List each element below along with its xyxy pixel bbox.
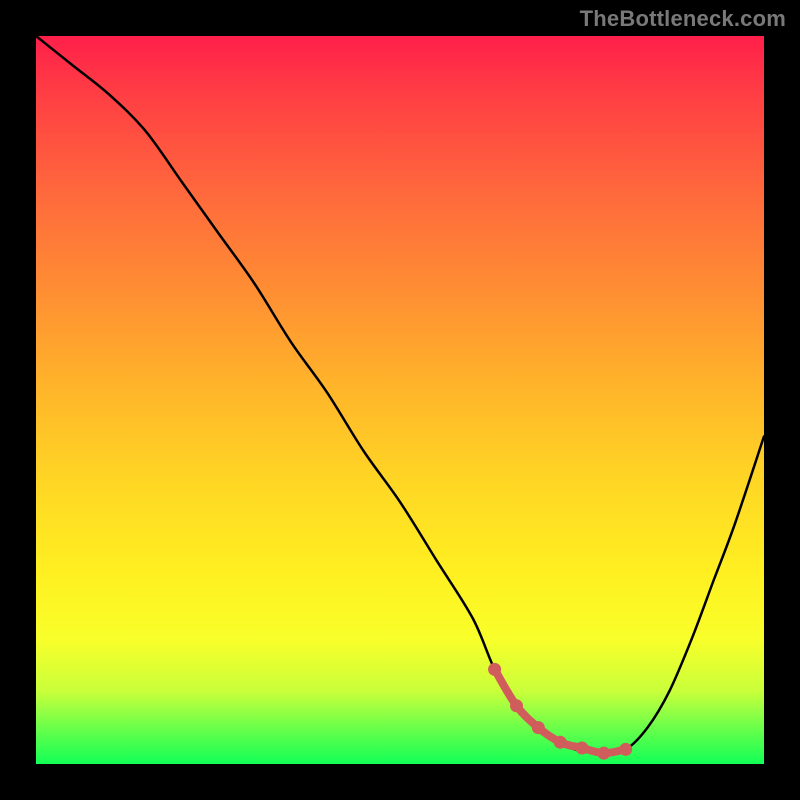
optimal-band-marker (597, 747, 610, 760)
chart-frame: TheBottleneck.com (0, 0, 800, 800)
optimal-band-marker (532, 721, 545, 734)
optimal-band-marker (619, 743, 632, 756)
curve-overlay (36, 36, 764, 764)
optimal-band-marker (510, 699, 523, 712)
watermark-text: TheBottleneck.com (580, 6, 786, 32)
optimal-band-markers (488, 663, 632, 760)
optimal-band-marker (576, 742, 589, 755)
bottleneck-curve-path (36, 36, 764, 753)
optimal-band-marker (554, 736, 567, 749)
optimal-band-marker (488, 663, 501, 676)
